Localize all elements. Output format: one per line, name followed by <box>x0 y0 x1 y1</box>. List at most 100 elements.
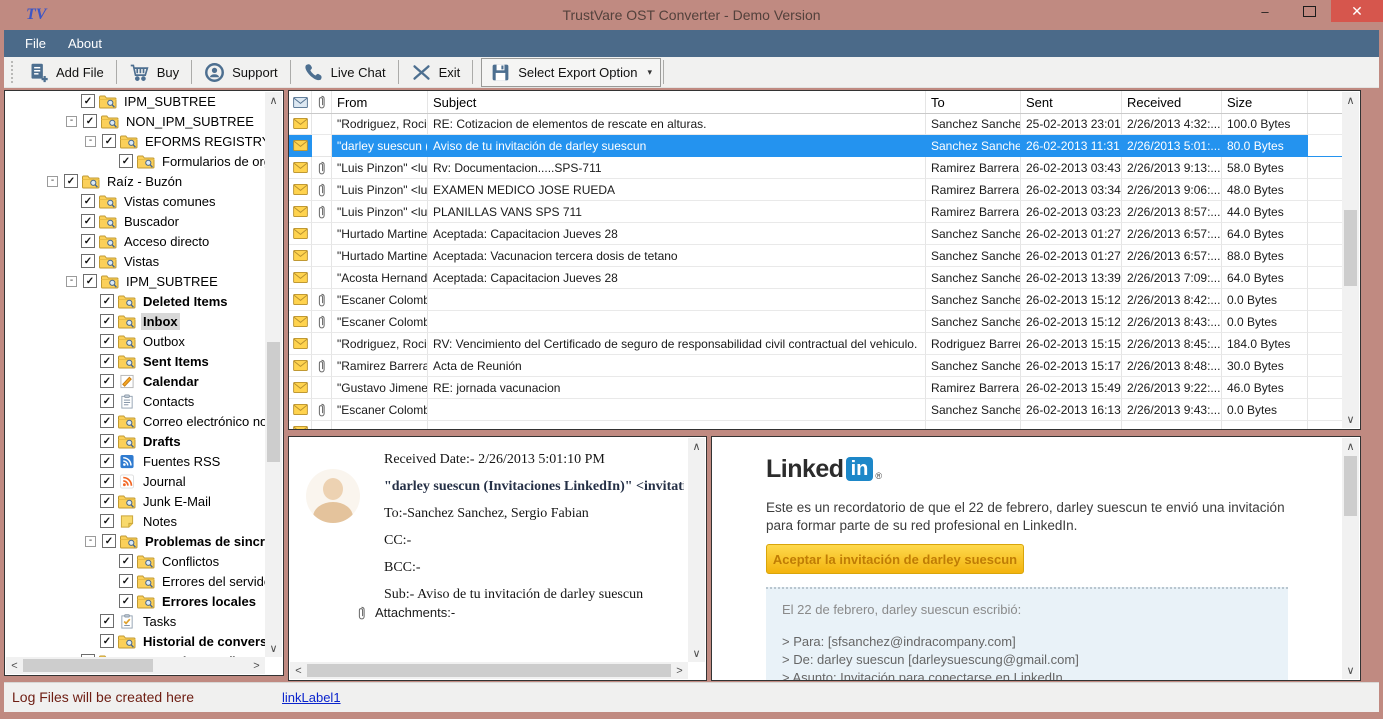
mail-row[interactable]: "Rodriguez, Roci...RV: Vencimiento del C… <box>289 333 1342 355</box>
tree-item-ipm-subtree[interactable]: -✓IPM_SUBTREE <box>5 271 283 291</box>
tree-item-outbox[interactable]: ✓Outbox <box>5 331 283 351</box>
scroll-up-icon[interactable]: ∧ <box>265 92 282 109</box>
mail-row[interactable]: "Luis Pinzon" <lui...EXAMEN MEDICO JOSE … <box>289 179 1342 201</box>
checkbox-checked[interactable]: ✓ <box>119 154 133 168</box>
select-export-option-button[interactable]: Select Export Option▾ <box>481 58 661 87</box>
tree-horizontal-scrollbar[interactable]: < > <box>6 657 265 674</box>
checkbox-checked[interactable]: ✓ <box>119 574 133 588</box>
checkbox-checked[interactable]: ✓ <box>102 134 116 148</box>
tree-item-vistas-comunes[interactable]: ✓Vistas comunes <box>5 191 283 211</box>
checkbox-checked[interactable]: ✓ <box>83 274 97 288</box>
tree-item-inbox[interactable]: ✓Inbox <box>5 311 283 331</box>
tree-item-buscador[interactable]: ✓Buscador <box>5 211 283 231</box>
tree-item-errores-locales[interactable]: ✓Errores locales <box>5 591 283 611</box>
checkbox-checked[interactable]: ✓ <box>64 174 78 188</box>
tree-item-eforms-registry[interactable]: -✓EFORMS REGISTRY <box>5 131 283 151</box>
column-header-from[interactable]: From <box>332 91 428 113</box>
tree-item-errores-del-servidor[interactable]: ✓Errores del servidor <box>5 571 283 591</box>
tree-item-correo-electr-nico-no[interactable]: ✓Correo electrónico no <box>5 411 283 431</box>
scroll-down-icon[interactable]: ∨ <box>688 645 705 662</box>
collapse-minus-icon[interactable]: - <box>85 536 96 547</box>
tree-item-ra-z-buz-n[interactable]: -✓Raíz - Buzón <box>5 171 283 191</box>
tree-item-junk-e-mail[interactable]: ✓Junk E-Mail <box>5 491 283 511</box>
exit-button[interactable]: Exit <box>401 59 471 86</box>
tree-item-non-ipm-subtree[interactable]: -✓NON_IPM_SUBTREE <box>5 111 283 131</box>
mail-row[interactable]: "Hurtado Martine...Aceptada: Vacunacion … <box>289 245 1342 267</box>
scrollbar-thumb[interactable] <box>23 659 153 672</box>
status-link[interactable]: linkLabel1 <box>282 690 341 705</box>
tree-item-notes[interactable]: ✓Notes <box>5 511 283 531</box>
scroll-up-icon[interactable]: ∧ <box>688 438 705 455</box>
checkbox-checked[interactable]: ✓ <box>119 554 133 568</box>
mail-row[interactable]: "Escaner Colomb...Sanchez Sanche...26-02… <box>289 289 1342 311</box>
column-header-envelope[interactable] <box>289 91 312 113</box>
checkbox-checked[interactable]: ✓ <box>100 454 114 468</box>
checkbox-checked[interactable]: ✓ <box>100 634 114 648</box>
column-header-subject[interactable]: Subject <box>428 91 926 113</box>
mail-row[interactable] <box>289 421 1342 430</box>
scroll-down-icon[interactable]: ∨ <box>1342 411 1359 428</box>
menu-about[interactable]: About <box>57 32 113 55</box>
mail-row[interactable]: "Luis Pinzon" <lui...Rv: Documentacion..… <box>289 157 1342 179</box>
checkbox-checked[interactable]: ✓ <box>100 614 114 628</box>
mail-row[interactable]: "Rodriguez, Roci...RE: Cotizacion de ele… <box>289 113 1342 135</box>
checkbox-checked[interactable]: ✓ <box>100 294 114 308</box>
scroll-up-icon[interactable]: ∧ <box>1342 438 1359 455</box>
scroll-right-icon[interactable]: > <box>671 662 688 679</box>
mail-row[interactable]: "Escaner Colomb...Sanchez Sanche...26-02… <box>289 399 1342 421</box>
mail-row[interactable]: "darley suescun (...Aviso de tu invitaci… <box>289 135 1342 157</box>
checkbox-checked[interactable]: ✓ <box>81 94 95 108</box>
scroll-left-icon[interactable]: < <box>6 657 23 674</box>
mail-row[interactable]: "Gustavo Jimene...RE: jornada vacunacion… <box>289 377 1342 399</box>
scroll-down-icon[interactable]: ∨ <box>265 640 282 657</box>
scrollbar-thumb[interactable] <box>267 342 280 462</box>
menu-file[interactable]: File <box>14 32 57 55</box>
checkbox-checked[interactable]: ✓ <box>100 394 114 408</box>
column-header-size[interactable]: Size <box>1222 91 1308 113</box>
live-chat-button[interactable]: Live Chat <box>293 59 396 86</box>
tree-item-formularios-de-orga[interactable]: ✓Formularios de orga <box>5 151 283 171</box>
checkbox-checked[interactable]: ✓ <box>100 354 114 368</box>
buy-button[interactable]: Buy <box>119 59 189 86</box>
checkbox-checked[interactable]: ✓ <box>100 314 114 328</box>
tree-item-historial-de-convers[interactable]: ✓Historial de convers <box>5 631 283 651</box>
checkbox-checked[interactable]: ✓ <box>100 494 114 508</box>
scroll-right-icon[interactable]: > <box>248 657 265 674</box>
checkbox-checked[interactable]: ✓ <box>81 254 95 268</box>
scroll-left-icon[interactable]: < <box>290 662 307 679</box>
scrollbar-thumb[interactable] <box>1344 456 1357 516</box>
tree-item-deleted-items[interactable]: ✓Deleted Items <box>5 291 283 311</box>
add-file-button[interactable]: Add File <box>18 59 114 86</box>
checkbox-checked[interactable]: ✓ <box>83 114 97 128</box>
scrollbar-thumb[interactable] <box>1344 210 1357 286</box>
tree-item-sent-items[interactable]: ✓Sent Items <box>5 351 283 371</box>
collapse-minus-icon[interactable]: - <box>85 136 96 147</box>
collapse-minus-icon[interactable]: - <box>66 276 77 287</box>
tree-item-ipm-subtree[interactable]: ✓IPM_SUBTREE <box>5 91 283 111</box>
collapse-minus-icon[interactable]: - <box>66 116 77 127</box>
column-header-received[interactable]: Received <box>1122 91 1222 113</box>
maximize-button[interactable] <box>1287 0 1331 22</box>
checkbox-checked[interactable]: ✓ <box>100 434 114 448</box>
column-header-filler[interactable] <box>1308 91 1342 113</box>
support-button[interactable]: Support <box>194 59 288 86</box>
checkbox-checked[interactable]: ✓ <box>81 214 95 228</box>
checkbox-checked[interactable]: ✓ <box>119 594 133 608</box>
preview-vertical-scrollbar[interactable]: ∧ ∨ <box>688 438 705 662</box>
column-header-sent[interactable]: Sent <box>1021 91 1122 113</box>
checkbox-checked[interactable]: ✓ <box>102 534 116 548</box>
tree-item-vistas[interactable]: ✓Vistas <box>5 251 283 271</box>
tree-item-problemas-de-sincr[interactable]: -✓Problemas de sincr <box>5 531 283 551</box>
checkbox-checked[interactable]: ✓ <box>81 194 95 208</box>
checkbox-checked[interactable]: ✓ <box>100 514 114 528</box>
accept-invitation-button[interactable]: Aceptar la invitación de darley suescun <box>766 544 1024 574</box>
body-vertical-scrollbar[interactable]: ∧ ∨ <box>1342 438 1359 679</box>
column-header-to[interactable]: To <box>926 91 1021 113</box>
scroll-down-icon[interactable]: ∨ <box>1342 662 1359 679</box>
tree-vertical-scrollbar[interactable]: ∧ ∨ <box>265 92 282 657</box>
preview-horizontal-scrollbar[interactable]: < > <box>290 662 688 679</box>
tree-item-drafts[interactable]: ✓Drafts <box>5 431 283 451</box>
scroll-up-icon[interactable]: ∧ <box>1342 92 1359 109</box>
checkbox-checked[interactable]: ✓ <box>100 374 114 388</box>
tree-item-conflictos[interactable]: ✓Conflictos <box>5 551 283 571</box>
